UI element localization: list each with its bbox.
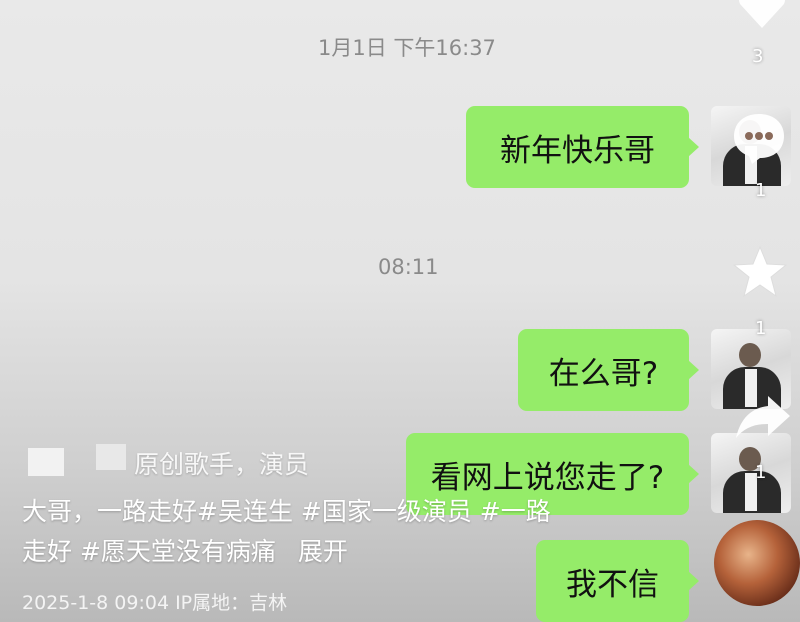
blurred-username-block — [96, 444, 126, 470]
timestamp-1: 1月1日 下午16:37 — [318, 36, 496, 60]
star-icon[interactable] — [731, 244, 789, 300]
avatar-head — [739, 343, 761, 367]
comment-count: 1 — [755, 180, 767, 201]
caption-text: 走好 #愿天堂没有病痛 — [22, 537, 276, 566]
blurred-username-block — [28, 448, 64, 476]
share-count: 1 — [755, 462, 767, 483]
message-bubble[interactable]: 新年快乐哥 — [466, 106, 699, 188]
post-meta: 2025-1-8 09:04 IP属地：吉林 — [22, 592, 288, 614]
message-bubble[interactable]: 在么哥? — [518, 329, 699, 411]
expand-link[interactable]: 展开 — [298, 537, 348, 566]
author-intro: 原创歌手，演员 — [134, 450, 310, 479]
share-icon[interactable] — [734, 392, 792, 442]
video-caption: 大哥，一路走好#吴连生 #国家一级演员 #一路 — [22, 497, 551, 526]
music-disc-avatar[interactable] — [714, 520, 800, 606]
like-count: 3 — [752, 46, 764, 67]
timestamp-2: 08:11 — [378, 255, 439, 279]
heart-icon[interactable] — [734, 0, 790, 30]
message-bubble[interactable]: 我不信 — [536, 540, 699, 622]
video-caption-line2: 走好 #愿天堂没有病痛 展开 — [22, 532, 348, 568]
comment-icon[interactable] — [730, 110, 788, 164]
avatar[interactable] — [711, 433, 791, 513]
favorite-count: 1 — [755, 318, 767, 339]
